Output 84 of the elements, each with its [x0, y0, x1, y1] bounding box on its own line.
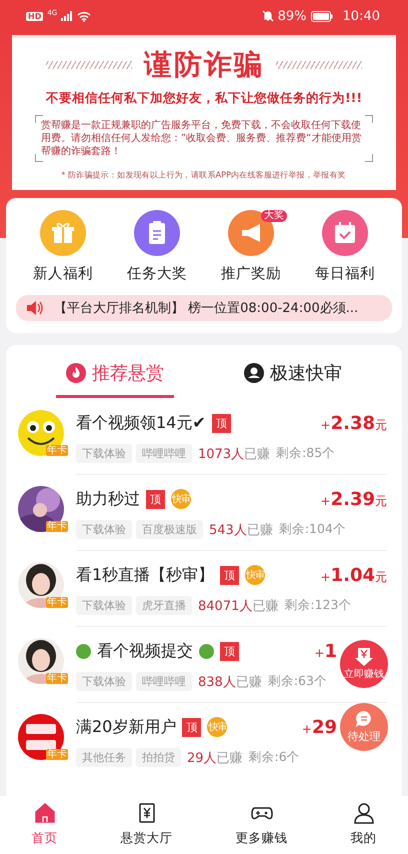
avatar-badge: 年卡: [46, 673, 68, 684]
remaining-count: 剩余:123个: [284, 597, 352, 614]
clock: 10:40: [342, 8, 380, 24]
reward-amount: +2.38元: [320, 412, 387, 434]
tab[interactable]: 推荐悬赏: [56, 355, 174, 398]
menu-item[interactable]: 任务大奖: [119, 210, 195, 283]
megaphone-icon: [228, 210, 274, 256]
task-tag: 哔哩哔哩: [136, 672, 192, 691]
warning-text: 赏帮赚是一款正规兼职的广告服务平台，免费下载，不会收取任何下载使用费。请勿相信任何人发给您：”收取会费、服务费、推荐费“才能使用赏帮赚的诈骗套路！: [41, 119, 362, 158]
clipboard-icon: [134, 210, 180, 256]
task-tag: 哔哩哔哩: [136, 444, 192, 463]
remaining-count: 剩余:104个: [278, 521, 346, 538]
task-tag: 下载体验: [76, 520, 132, 539]
task-tag: 下载体验: [76, 672, 132, 691]
warning-note: * 防诈骗提示：如发现有以上行为，请联系APP内在线客服进行举报，举报有奖: [62, 170, 346, 181]
flame-icon: [66, 363, 86, 383]
reward-amount: +1.04元: [320, 564, 387, 586]
earned-label: 已赚: [246, 522, 273, 538]
task-title: 满20岁新用户: [76, 716, 176, 738]
avatar-badge: 年卡: [46, 445, 68, 456]
pinned-badge: 顶: [146, 490, 165, 508]
menu-item[interactable]: 大奖 推广奖励: [213, 210, 289, 283]
nav-item[interactable]: 更多赚钱: [228, 796, 296, 854]
nav-item[interactable]: 我的: [342, 796, 384, 854]
earned-label: 已赚: [252, 598, 278, 614]
remaining-count: 剩余:63个: [268, 673, 327, 690]
earned-count: 29人: [187, 750, 217, 766]
earned-label: 已赚: [236, 674, 262, 690]
task-tag: 其他任务: [76, 748, 132, 767]
task-tag: 下载体验: [76, 596, 132, 615]
reward-amount: +2.39元: [320, 488, 387, 510]
gift-icon: [40, 210, 86, 256]
nav-item[interactable]: 首页: [24, 796, 66, 854]
remaining-count: 剩余:6个: [248, 749, 300, 766]
warning-title: 谨防诈骗: [144, 47, 264, 83]
task-tag: 百度极速版: [136, 520, 203, 539]
earned-count: 838人: [198, 674, 236, 690]
nav-item[interactable]: 悬赏大厅: [112, 796, 180, 854]
earned-count: 84071人: [198, 598, 252, 614]
fast-review-badge: 快审: [207, 717, 228, 737]
warning-headline: 不要相信任何私下加您好友，私下让您做任务的行为!!!: [46, 90, 362, 107]
battery-percent: 89%: [278, 8, 307, 24]
menu-badge: 大奖: [261, 210, 287, 222]
earned-label: 已赚: [244, 446, 270, 462]
person-icon: [244, 363, 264, 383]
pinned-badge: 顶: [220, 642, 239, 660]
task-title: 助力秒过: [76, 488, 140, 510]
task-tag: 拍拍贷: [136, 748, 181, 767]
task-title: 看个视频提交: [97, 640, 193, 662]
speaker-icon: [26, 301, 44, 315]
pinned-badge: 顶: [182, 718, 202, 736]
reward-amount: +1: [314, 640, 337, 662]
fast-review-badge: 快审: [171, 489, 191, 509]
avatar-badge: 年卡: [46, 521, 68, 532]
hd-label: HD: [26, 12, 44, 20]
task-title: 看个视频领14元✔: [76, 412, 206, 434]
avatar-badge: 年卡: [46, 749, 68, 760]
user-icon: [352, 802, 374, 824]
earned-count: 543人: [209, 522, 247, 538]
earned-count: 1073人: [198, 446, 244, 462]
pinned-badge: 顶: [212, 414, 231, 432]
earned-label: 已赚: [216, 750, 243, 766]
dot-icon: [76, 644, 91, 658]
reward-amount: +29: [302, 716, 337, 738]
calendar-icon: [322, 210, 368, 256]
signal-icon: [61, 11, 74, 21]
wifi-icon: [77, 10, 92, 22]
home-icon: [34, 802, 56, 824]
notice-text: 【平台大厅排名机制】 榜一位置08:00-24:00必须...: [54, 300, 358, 317]
tab[interactable]: 极速快审: [234, 355, 352, 398]
pinned-badge: 顶: [220, 566, 240, 584]
dot-icon: [199, 644, 214, 658]
avatar-badge: 年卡: [46, 597, 68, 608]
fast-review-badge: 快审: [245, 565, 266, 585]
task-tag: 下载体验: [76, 444, 132, 463]
task-tag: 虎牙直播: [136, 596, 192, 615]
remaining-count: 剩余:85个: [276, 445, 336, 462]
chat-icon: [355, 710, 373, 728]
menu-item[interactable]: 每日福利: [307, 210, 383, 283]
menu-item[interactable]: 新人福利: [25, 210, 101, 283]
yen-download-icon: [355, 648, 373, 666]
battery-icon: [310, 10, 333, 22]
task-title: 看1秒直播【秒审】: [76, 564, 214, 586]
mute-bell-icon: [262, 10, 274, 22]
